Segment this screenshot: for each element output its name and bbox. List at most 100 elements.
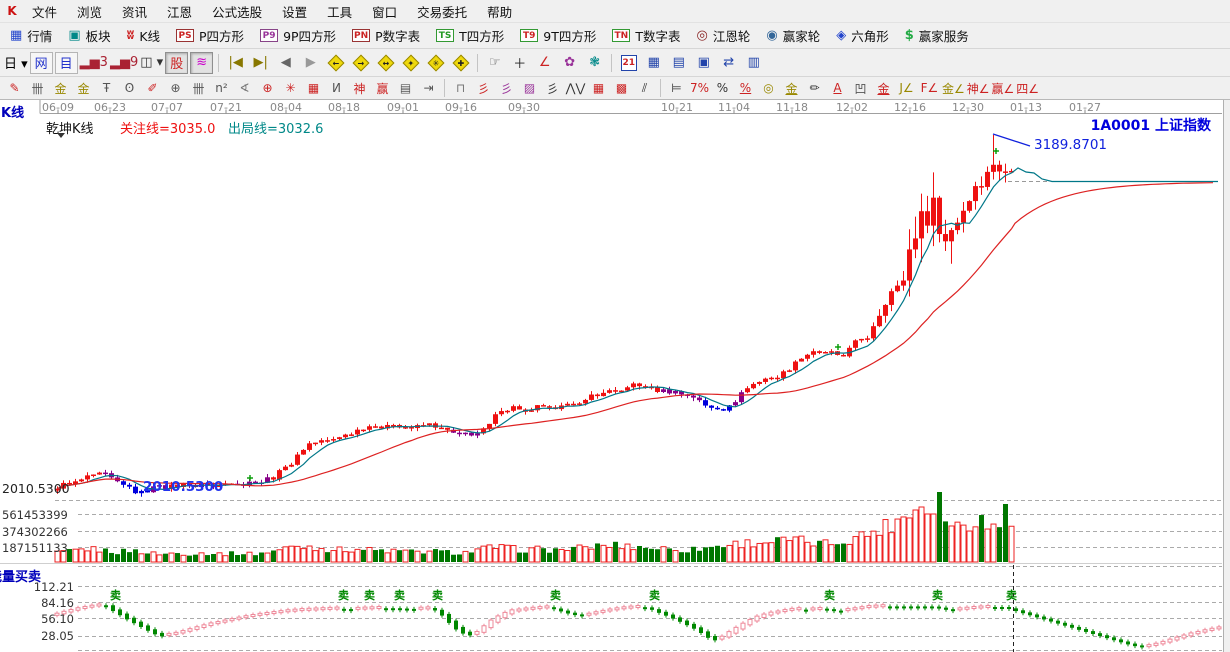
n-wave-icon[interactable]: И (326, 79, 347, 98)
save-icon[interactable]: ▣ (692, 52, 715, 74)
f-ruler-icon[interactable]: Ŧ (96, 79, 117, 98)
next-bar-icon[interactable]: ▶ (299, 52, 322, 74)
stock-mark-icon[interactable]: 股 (165, 52, 188, 74)
gann-circle-icon[interactable]: ⊕ (165, 79, 186, 98)
first-bar-icon[interactable]: |◀ (224, 52, 247, 74)
toolbar-P四方形[interactable]: PSP四方形 (168, 25, 252, 47)
menu-item-资讯[interactable]: 资讯 (112, 0, 157, 24)
percent-icon[interactable]: % (712, 79, 733, 98)
diamond-right-icon[interactable]: → (349, 52, 372, 74)
chart-area[interactable]: 日K线 06-0906-2307-0707-2108-0408-1809-010… (0, 100, 1223, 652)
hand-tool-icon[interactable]: ☞ (483, 52, 506, 74)
ruler2-tool-icon[interactable]: 卌 (188, 79, 209, 98)
cup-tool-icon[interactable]: 凹 (850, 79, 871, 98)
toolbar-六角形[interactable]: ◈六角形 (828, 25, 897, 47)
network-icon[interactable]: ⇄ (717, 52, 740, 74)
diamond-left-icon[interactable]: ← (324, 52, 347, 74)
si-angle-icon[interactable]: 四∠ (1016, 79, 1039, 98)
shen-ruler-icon[interactable]: 神 (349, 79, 370, 98)
golden-line-icon[interactable]: 金 (781, 79, 802, 98)
dropdown-caret-icon[interactable] (57, 133, 65, 138)
toolbar-板块[interactable]: ▣板块 (60, 25, 118, 47)
pen-tool-icon[interactable]: ✎ (4, 79, 25, 98)
shen-angle-icon[interactable]: 神∠ (967, 79, 990, 98)
ying-angle-icon[interactable]: 赢∠ (992, 79, 1015, 98)
diamond-compress-icon[interactable]: ✦ (399, 52, 422, 74)
ruler-tool-icon[interactable]: 卌 (27, 79, 48, 98)
menu-item-工具[interactable]: 工具 (317, 0, 362, 24)
last-bar-icon[interactable]: ▶| (249, 52, 272, 74)
red-grid-icon[interactable]: ▦ (303, 79, 324, 98)
prev-bar-icon[interactable]: ◀ (274, 52, 297, 74)
angle-tool-icon[interactable]: ∠ (533, 52, 556, 74)
toolbar-赢家服务[interactable]: $赢家服务 (897, 25, 977, 47)
diamond-hspan-icon[interactable]: ↔ (374, 52, 397, 74)
print-icon[interactable]: ▥ (742, 52, 765, 74)
parallel-lines-icon[interactable]: ⫽ (634, 79, 655, 98)
crosshair-tool-icon[interactable]: ＋ (508, 52, 531, 74)
spiral-tool-icon[interactable]: ʘ (119, 79, 140, 98)
toolbar-9T四方形[interactable]: T99T四方形 (512, 25, 604, 47)
a-line-icon[interactable]: A (827, 79, 848, 98)
flower-tool-icon[interactable]: ✿ (558, 52, 581, 74)
compass-cross-icon[interactable]: ⊕ (257, 79, 278, 98)
red-grid2-icon[interactable]: ▦ (588, 79, 609, 98)
percent-line-icon[interactable]: 7% (689, 79, 710, 98)
calculator-icon[interactable]: ▦ (642, 52, 665, 74)
grid-123-icon[interactable]: ▤ (395, 79, 416, 98)
notepad-icon[interactable]: ▤ (667, 52, 690, 74)
color-bars-icon[interactable]: ≋ (190, 52, 213, 74)
period-day-button[interactable]: 日 ▾ (4, 52, 28, 74)
diamond-full-icon[interactable]: ✚ (449, 52, 472, 74)
box-lines-icon[interactable]: ▨ (519, 79, 540, 98)
chart-svg[interactable] (0, 100, 1223, 652)
menu-item-窗口[interactable]: 窗口 (362, 0, 407, 24)
red-fan-icon[interactable]: 彡 (473, 79, 494, 98)
golden-ruler2-icon[interactable]: 金 (73, 79, 94, 98)
frame-tool-icon[interactable]: ⊓ (450, 79, 471, 98)
minute9-chart-icon[interactable]: ▂▅9 (110, 52, 138, 74)
menu-item-设置[interactable]: 设置 (272, 0, 317, 24)
golden-ruler-icon[interactable]: 金 (50, 79, 71, 98)
menu-item-帮助[interactable]: 帮助 (477, 0, 522, 24)
ratio-ruler-icon[interactable]: ⊨ (666, 79, 687, 98)
ying-ruler-icon[interactable]: 赢 (372, 79, 393, 98)
toolbar-K线[interactable]: ʬK线 (119, 25, 168, 47)
toolbar-江恩轮[interactable]: ◎江恩轮 (688, 25, 758, 47)
percent-under-icon[interactable]: % (735, 79, 756, 98)
pen-chart-icon[interactable]: ✐ (142, 79, 163, 98)
gold-angle-icon[interactable]: 金∠ (942, 79, 965, 98)
candle-style-button[interactable]: ◫ ▾ (140, 52, 163, 74)
minute3-chart-icon[interactable]: ▂▅3 (80, 52, 108, 74)
toolbar-P数字表[interactable]: PNP数字表 (344, 25, 428, 47)
j-angle-icon[interactable]: J∠ (896, 79, 917, 98)
span-arrow-icon[interactable]: ⇥ (418, 79, 439, 98)
purple-fan-icon[interactable]: 彡 (496, 79, 517, 98)
overlay-chart-icon[interactable]: 网 (30, 52, 53, 74)
toolbar-行情[interactable]: ▦行情 (2, 25, 60, 47)
info-panel-icon[interactable]: 目 (55, 52, 78, 74)
black-fan-icon[interactable]: 彡 (542, 79, 563, 98)
calendar-icon[interactable]: 21 (617, 52, 640, 74)
red-grid3-icon[interactable]: ▩ (611, 79, 632, 98)
menu-item-浏览[interactable]: 浏览 (67, 0, 112, 24)
mirror-angle-icon[interactable]: ∢ (234, 79, 255, 98)
swirl-tool-icon[interactable]: ❃ (583, 52, 606, 74)
zigzag-icon[interactable]: ⋀⋁ (565, 79, 586, 98)
toolbar-T数字表[interactable]: TNT数字表 (604, 25, 688, 47)
starburst-grid-icon[interactable]: ✳ (280, 79, 301, 98)
toolbar-9P四方形[interactable]: P99P四方形 (252, 25, 344, 47)
gold-under-icon[interactable]: 金 (873, 79, 894, 98)
f-angle-icon[interactable]: F∠ (919, 79, 940, 98)
diamond-expand-icon[interactable]: ✳ (424, 52, 447, 74)
kline-type-label[interactable]: 乾坤K线 (46, 118, 94, 137)
toolbar-T四方形[interactable]: TST四方形 (428, 25, 512, 47)
pen-blue-icon[interactable]: ✏ (804, 79, 825, 98)
menu-item-文件[interactable]: 文件 (22, 0, 67, 24)
golden-circle-icon[interactable]: ◎ (758, 79, 779, 98)
menu-item-公式选股[interactable]: 公式选股 (202, 0, 272, 24)
n2-ruler-icon[interactable]: n² (211, 79, 232, 98)
menu-item-交易委托[interactable]: 交易委托 (407, 0, 477, 24)
menu-item-江恩[interactable]: 江恩 (157, 0, 202, 24)
toolbar-赢家轮[interactable]: ◉赢家轮 (758, 25, 828, 47)
